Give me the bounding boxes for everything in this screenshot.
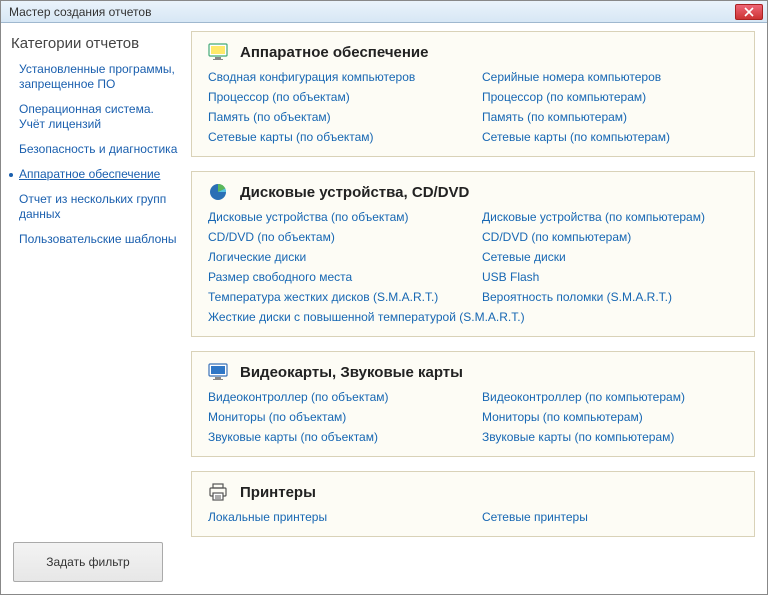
report-link[interactable]: Процессор (по объектам)	[208, 90, 464, 104]
report-section: Аппаратное обеспечение Сводная конфигурац…	[191, 31, 755, 157]
report-link[interactable]: Сводная конфигурация компьютеров	[208, 70, 464, 84]
report-link[interactable]: Память (по компьютерам)	[482, 110, 738, 124]
section-title: Аппаратное обеспечение	[240, 44, 429, 61]
report-link[interactable]: Звуковые карты (по компьютерам)	[482, 430, 738, 444]
monitor-yellow-icon	[208, 42, 228, 62]
report-link[interactable]: Сетевые карты (по объектам)	[208, 130, 464, 144]
report-section: Видеокарты, Звуковые карты Видеоконтролле…	[191, 351, 755, 457]
section-links: Дисковые устройства (по объектам) Дисковы…	[208, 210, 738, 324]
report-link[interactable]: Сетевые принтеры	[482, 510, 738, 524]
report-link[interactable]: Дисковые устройства (по объектам)	[208, 210, 464, 224]
close-icon	[744, 7, 754, 17]
report-link[interactable]: Серийные номера компьютеров	[482, 70, 738, 84]
printer-icon	[208, 482, 228, 502]
report-link[interactable]: CD/DVD (по компьютерам)	[482, 230, 738, 244]
report-link[interactable]: Температура жестких дисков (S.M.A.R.T.)	[208, 290, 464, 304]
close-button[interactable]	[735, 4, 763, 20]
section-links: Сводная конфигурация компьютеров Серийные…	[208, 70, 738, 144]
report-link[interactable]: USB Flash	[482, 270, 738, 284]
report-link[interactable]: CD/DVD (по объектам)	[208, 230, 464, 244]
sidebar-item[interactable]: Пользовательские шаблоны	[19, 232, 179, 247]
sidebar-item[interactable]: Операционная система. Учёт лицензий	[19, 102, 179, 132]
report-link[interactable]: Жесткие диски с повышенной температурой …	[208, 310, 738, 324]
monitor-blue-icon	[208, 362, 228, 382]
pie-chart-icon	[208, 182, 228, 202]
report-link[interactable]: Звуковые карты (по объектам)	[208, 430, 464, 444]
window-title: Мастер создания отчетов	[9, 5, 151, 19]
filter-button[interactable]: Задать фильтр	[13, 542, 163, 582]
report-wizard-window: Мастер создания отчетов Категории отчето…	[0, 0, 768, 595]
sidebar-heading: Категории отчетов	[11, 35, 179, 52]
main-content: Аппаратное обеспечение Сводная конфигурац…	[191, 31, 759, 586]
sidebar-list: Установленные программы, запрещенное ПО О…	[9, 62, 179, 247]
report-link[interactable]: Дисковые устройства (по компьютерам)	[482, 210, 738, 224]
report-link[interactable]: Сетевые диски	[482, 250, 738, 264]
sidebar-item[interactable]: Установленные программы, запрещенное ПО	[19, 62, 179, 92]
window-body: Категории отчетов Установленные программ…	[1, 23, 767, 594]
report-link[interactable]: Память (по объектам)	[208, 110, 464, 124]
report-section: Принтеры Локальные принтеры Сетевые принте…	[191, 471, 755, 537]
sidebar-item[interactable]: Отчет из нескольких групп данных	[19, 192, 179, 222]
report-link[interactable]: Размер свободного места	[208, 270, 464, 284]
sidebar-item[interactable]: Безопасность и диагностика	[19, 142, 179, 157]
report-link[interactable]: Локальные принтеры	[208, 510, 464, 524]
report-section: Дисковые устройства, CD/DVD Дисковые устр…	[191, 171, 755, 337]
report-link[interactable]: Логические диски	[208, 250, 464, 264]
section-title: Принтеры	[240, 484, 316, 501]
report-link[interactable]: Видеоконтроллер (по компьютерам)	[482, 390, 738, 404]
report-link[interactable]: Процессор (по компьютерам)	[482, 90, 738, 104]
sidebar-item[interactable]: Аппаратное обеспечение	[19, 167, 160, 182]
report-link[interactable]: Мониторы (по объектам)	[208, 410, 464, 424]
report-link[interactable]: Вероятность поломки (S.M.A.R.T.)	[482, 290, 738, 304]
titlebar: Мастер создания отчетов	[1, 1, 767, 23]
section-links: Локальные принтеры Сетевые принтеры	[208, 510, 738, 524]
section-links: Видеоконтроллер (по объектам) Видеоконтро…	[208, 390, 738, 444]
sidebar: Категории отчетов Установленные программ…	[9, 31, 179, 586]
report-link[interactable]: Видеоконтроллер (по объектам)	[208, 390, 464, 404]
section-title: Видеокарты, Звуковые карты	[240, 364, 463, 381]
report-link[interactable]: Сетевые карты (по компьютерам)	[482, 130, 738, 144]
report-link[interactable]: Мониторы (по компьютерам)	[482, 410, 738, 424]
section-title: Дисковые устройства, CD/DVD	[240, 184, 469, 201]
